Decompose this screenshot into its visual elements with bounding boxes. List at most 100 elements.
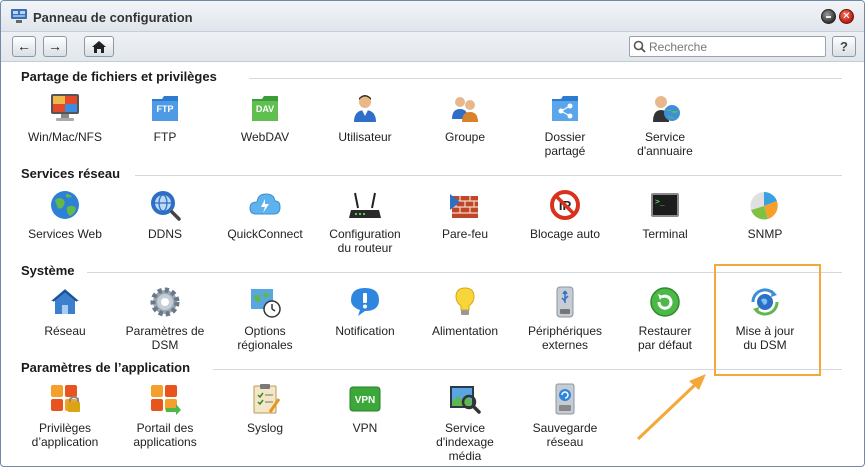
item-firewall[interactable]: Pare-feu — [417, 188, 513, 241]
item-regional-options[interactable]: Options régionales — [217, 285, 313, 352]
svg-text:>_: >_ — [655, 197, 665, 206]
help-button[interactable]: ? — [832, 36, 856, 57]
web-services-icon — [51, 191, 79, 219]
item-app-privileges[interactable]: Privilèges d’application — [17, 382, 113, 449]
ftp-icon: FTP — [152, 96, 178, 121]
external-devices-icon — [556, 286, 574, 318]
user-icon — [354, 95, 376, 122]
item-dsm-settings[interactable]: Paramètres de DSM — [117, 285, 213, 352]
item-user[interactable]: Utilisateur — [317, 91, 413, 144]
router-icon — [349, 192, 381, 218]
close-button[interactable]: ✕ — [839, 9, 854, 24]
item-label: Sauvegarde réseau — [532, 421, 598, 449]
section-header-system: Système — [21, 263, 75, 278]
network-icon — [51, 289, 79, 314]
item-label: Restaurer par défaut — [637, 324, 693, 352]
item-label: Dossier partagé — [544, 130, 586, 158]
item-label: Blocage auto — [529, 227, 601, 241]
control-panel-icon — [11, 9, 27, 23]
search-icon — [633, 40, 646, 53]
item-restore-defaults[interactable]: Restaurer par défaut — [617, 285, 713, 352]
item-app-portal[interactable]: Portail des applications — [117, 382, 213, 449]
section-header-network-services: Services réseau — [21, 166, 121, 181]
item-quickconnect[interactable]: QuickConnect — [217, 188, 313, 241]
item-external-devices[interactable]: Périphériques externes — [517, 285, 613, 352]
item-label: Notification — [335, 324, 395, 338]
search-box[interactable] — [629, 36, 826, 57]
item-label: Alimentation — [431, 324, 499, 338]
item-label: Utilisateur — [338, 130, 392, 144]
section-divider — [135, 175, 842, 176]
quickconnect-icon — [249, 193, 281, 215]
media-indexing-icon — [450, 386, 481, 414]
restore-icon — [650, 287, 680, 317]
group-icon — [452, 97, 478, 122]
control-panel-window: Panneau de configuration ✕ ← → ? Partage… — [0, 0, 865, 467]
back-button[interactable]: ← — [12, 36, 36, 57]
vpn-icon: VPN — [349, 386, 381, 412]
item-label: WebDAV — [240, 130, 290, 144]
app-privileges-icon — [51, 385, 80, 412]
window-title: Panneau de configuration — [33, 10, 193, 25]
item-label: SNMP — [747, 227, 783, 241]
help-icon: ? — [840, 39, 848, 54]
item-label: Privilèges d’application — [31, 421, 99, 449]
item-network[interactable]: Réseau — [17, 285, 113, 338]
item-ftp[interactable]: FTP FTP — [117, 91, 213, 144]
item-snmp[interactable]: SNMP — [717, 188, 813, 241]
notification-icon — [351, 288, 379, 316]
webdav-badge: DAV — [256, 104, 274, 114]
directory-service-icon — [653, 96, 680, 122]
forward-button[interactable]: → — [43, 36, 67, 57]
win-mac-nfs-icon — [51, 94, 79, 121]
back-arrow-icon: ← — [17, 38, 31, 54]
syslog-icon — [253, 384, 281, 414]
item-label: Service d'annuaire — [637, 130, 693, 158]
item-shared-folder[interactable]: Dossier partagé — [517, 91, 613, 158]
item-label: QuickConnect — [227, 227, 303, 241]
item-vpn[interactable]: VPN VPN — [317, 382, 413, 435]
toolbar: ← → ? — [1, 32, 864, 62]
item-syslog[interactable]: Syslog — [217, 382, 313, 435]
home-button[interactable] — [84, 36, 114, 57]
item-label: Pare-feu — [441, 227, 489, 241]
item-label: Win/Mac/NFS — [27, 130, 102, 144]
item-label: Services Web — [28, 227, 102, 241]
item-terminal[interactable]: >_ Terminal — [617, 188, 713, 241]
item-win-mac-nfs[interactable]: Win/Mac/NFS — [17, 91, 113, 144]
item-label: Portail des applications — [133, 421, 197, 449]
vpn-badge: VPN — [355, 395, 376, 406]
item-network-backup[interactable]: Sauvegarde réseau — [517, 382, 613, 449]
regional-options-icon — [251, 289, 281, 318]
minimize-button[interactable] — [821, 9, 836, 24]
item-router-config[interactable]: Configuration du routeur — [317, 188, 413, 255]
item-web-services[interactable]: Services Web — [17, 188, 113, 241]
terminal-icon: >_ — [651, 193, 679, 217]
firewall-icon — [450, 194, 478, 218]
home-icon — [92, 41, 106, 53]
item-group[interactable]: Groupe — [417, 91, 513, 144]
item-label: Paramètres de DSM — [125, 324, 205, 352]
item-label: Configuration du routeur — [329, 227, 401, 255]
item-label: VPN — [352, 421, 378, 435]
item-notification[interactable]: Notification — [317, 285, 413, 338]
item-media-indexing[interactable]: Service d'indexage média — [417, 382, 513, 463]
item-power[interactable]: Alimentation — [417, 285, 513, 338]
shared-folder-icon — [552, 96, 578, 121]
item-ddns[interactable]: DDNS — [117, 188, 213, 241]
forward-arrow-icon: → — [48, 38, 62, 54]
network-backup-icon — [555, 383, 575, 415]
item-label: Périphériques externes — [527, 324, 603, 352]
auto-block-icon: IP — [550, 190, 580, 220]
app-portal-icon — [151, 385, 181, 415]
search-input[interactable] — [649, 38, 821, 55]
item-directory-service[interactable]: Service d'annuaire — [617, 91, 713, 158]
dsm-settings-icon — [150, 287, 180, 317]
item-auto-block[interactable]: IP Blocage auto — [517, 188, 613, 241]
item-webdav[interactable]: DAV WebDAV — [217, 91, 313, 144]
item-label: DDNS — [147, 227, 182, 241]
snmp-icon — [750, 192, 778, 220]
ddns-icon — [151, 191, 181, 221]
section-divider — [249, 78, 842, 79]
item-label: Groupe — [444, 130, 486, 144]
